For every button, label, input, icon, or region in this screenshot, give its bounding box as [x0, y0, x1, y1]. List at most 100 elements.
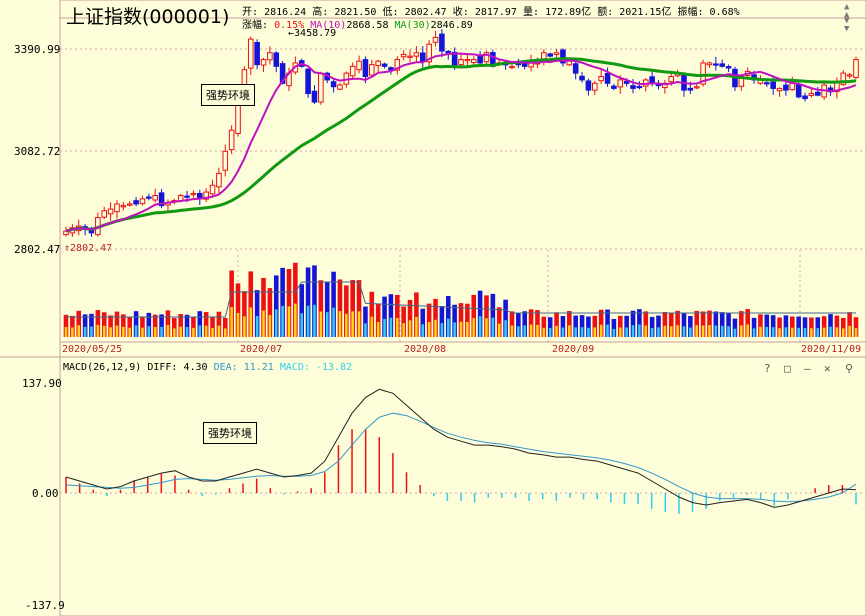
volume-bar-inner-34: [281, 305, 284, 337]
volume-bar-inner-42: [332, 307, 335, 337]
expand-down-icon[interactable]: ▼ ▼: [844, 17, 849, 34]
volume-bar-inner-107: [746, 324, 749, 337]
diff-line: [65, 388, 857, 508]
candle-body-63: [464, 59, 471, 62]
amplitude-label: 振幅:: [677, 7, 704, 18]
volume-label: 量:: [523, 7, 540, 18]
volume-bar-inner-121: [835, 327, 839, 337]
candle-body-87: [617, 79, 624, 88]
volume-bar-inner-55: [415, 316, 418, 337]
chart-canvas[interactable]: [0, 0, 866, 616]
dea-label: DEA:: [213, 362, 238, 373]
volume-bar-inner-79: [568, 325, 571, 337]
candle-body-65: [477, 55, 483, 64]
candle-body-58: [432, 36, 439, 43]
volume-bar-inner-5: [96, 324, 100, 337]
volume-bar-inner-9: [122, 326, 125, 337]
volume-value: 172.89亿: [545, 7, 592, 18]
volume-bar-inner-24: [217, 325, 221, 337]
candle-body-62: [458, 59, 464, 66]
candle-body-13: [146, 196, 152, 199]
candle-body-103: [719, 63, 726, 67]
volume-bar-inner-33: [274, 309, 278, 337]
settings-icon[interactable]: ⚲: [845, 362, 853, 375]
candle-body-23: [209, 184, 216, 195]
volume-bar-inner-37: [300, 313, 304, 337]
volume-bar-inner-35: [287, 306, 291, 337]
candle-body-64: [470, 59, 477, 64]
volume-bar-inner-103: [720, 325, 724, 337]
volume-bar-inner-40: [319, 311, 323, 337]
price-tick-top: 3390.99: [14, 43, 61, 56]
x-label-1109: 2020/11/09: [801, 344, 862, 355]
close-icon[interactable]: ✕: [824, 362, 831, 375]
candle-body-53: [400, 53, 407, 58]
candle-body-112: [776, 87, 783, 92]
volume-bar-inner-68: [497, 323, 501, 337]
volume-bar-inner-100: [701, 325, 705, 337]
macd-tick-bottom: -137.9: [25, 599, 65, 612]
min-price-marker: ↑2802.47: [64, 243, 113, 254]
volume-bar-inner-109: [759, 326, 762, 337]
volume-bar-inner-29: [249, 307, 253, 337]
x-label-09: 2020/09: [552, 344, 595, 355]
candle-body-81: [579, 75, 585, 81]
volume-bar-inner-71: [517, 326, 520, 337]
volume-bar-inner-3: [83, 326, 87, 337]
volume-bar-inner-45: [351, 311, 354, 337]
volume-bar-inner-87: [618, 327, 622, 337]
volume-bar-inner-36: [294, 303, 297, 337]
volume-bar-inner-16: [166, 325, 170, 337]
volume-bar-inner-18: [179, 326, 182, 337]
volume-bar-inner-104: [727, 326, 730, 337]
ma30-value: 2846.89: [430, 20, 473, 31]
volume-bar-inner-123: [848, 325, 851, 337]
volume-bar-inner-30: [255, 315, 259, 337]
volume-bar-inner-60: [446, 318, 450, 337]
candle-body-32: [267, 52, 273, 61]
max-price-marker: ←3458.79: [288, 28, 337, 39]
help-icon[interactable]: ?: [764, 362, 771, 375]
macd-summary: MACD(26,12,9) DIFF: 4.30 DEA: 11.21 MACD…: [63, 362, 352, 373]
candle-body-113: [783, 84, 789, 91]
volume-bar-inner-75: [542, 327, 546, 337]
candle-body-7: [107, 208, 114, 215]
candle-body-88: [623, 80, 630, 84]
amount-value: 2021.15亿: [619, 7, 672, 18]
volume-bar-inner-111: [771, 327, 775, 337]
volume-bar-inner-77: [555, 325, 558, 337]
volume-bar-inner-56: [421, 324, 425, 337]
volume-bar-inner-22: [204, 325, 208, 337]
macd-hist-label: MACD:: [279, 362, 310, 373]
volume-bar-inner-27: [236, 312, 240, 337]
volume-bar-inner-57: [427, 321, 431, 337]
candle-body-6: [101, 210, 108, 218]
dea-value: 11.21: [243, 362, 274, 373]
volume-bar-inner-67: [491, 317, 495, 337]
ma30-label: MA(30): [394, 20, 431, 31]
candle-body-25: [222, 150, 229, 171]
candle-body-98: [687, 87, 694, 91]
candle-body-47: [362, 59, 369, 78]
volume-bar-inner-84: [599, 324, 603, 337]
volume-bar-inner-96: [676, 325, 679, 337]
candle-body-39: [311, 90, 318, 103]
volume-bar-inner-12: [141, 327, 144, 337]
volume-bar-inner-28: [243, 316, 246, 337]
candle-body-89: [630, 85, 636, 89]
volume-bar-inner-0: [64, 327, 68, 337]
volume-bar-inner-110: [765, 326, 769, 337]
candle-body-117: [808, 93, 815, 97]
volume-bar-inner-59: [440, 323, 444, 337]
minimize-icon[interactable]: —: [804, 362, 811, 375]
volume-bar-inner-54: [408, 320, 412, 337]
candle-body-43: [337, 84, 343, 90]
candle-body-110: [764, 82, 770, 85]
strong-trend-note: 强势环境: [201, 84, 255, 106]
restore-icon[interactable]: □: [784, 362, 791, 375]
candle-body-19: [184, 195, 190, 198]
candle-body-70: [509, 65, 515, 69]
volume-bar-inner-78: [561, 327, 565, 337]
volume-bar-inner-74: [536, 324, 539, 337]
candle-body-38: [305, 68, 311, 95]
